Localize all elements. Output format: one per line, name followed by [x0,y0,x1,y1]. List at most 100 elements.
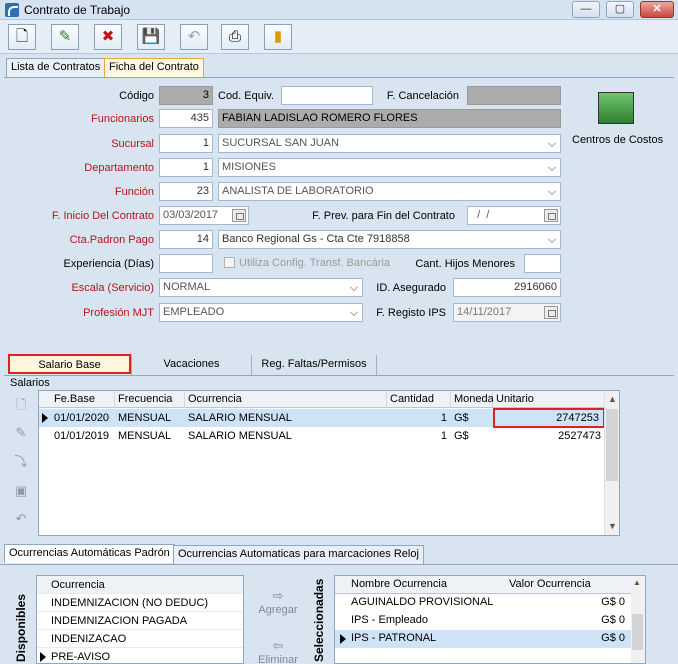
cell-ocurrencia: SALARIO MENSUAL [188,430,292,442]
scroll-thumb[interactable] [606,409,618,481]
table-row[interactable]: AGUINALDO PROVISIONAL G$ 0 [335,594,631,612]
escala-value: NORMAL [163,281,211,293]
col-nombre-ocurrencia[interactable]: Nombre Ocurrencia [351,578,447,590]
table-row[interactable]: IPS - Empleado G$ 0 [335,612,631,630]
centros-costos-label[interactable]: Centros de Costos [572,134,663,146]
delete-icon[interactable]: ✖ [94,24,122,50]
f-cancelacion-field [467,86,561,105]
col-frecuencia[interactable]: Frecuencia [115,391,185,408]
calendar-icon[interactable] [232,209,246,222]
f-inicio-field[interactable]: 03/03/2017 [159,206,249,225]
arrow-left-icon: ⇦ [272,638,284,653]
list-item[interactable]: INDENIZACAO [37,630,243,648]
tab-ocurrencias-reloj[interactable]: Ocurrencias Automaticas para marcaciones… [173,545,424,564]
escala-select[interactable]: NORMAL [159,278,363,297]
col-moneda[interactable]: Moneda [451,391,494,408]
id-asegurado-field[interactable]: 2916060 [453,278,561,297]
save-row-icon[interactable]: ▣ [12,482,30,500]
window-title: Contrato de Trabajo [24,3,131,17]
funcion-select[interactable]: ANALISTA DE LABORATORIO [218,182,561,201]
agregar-label: Agregar [258,604,298,616]
col-unitario[interactable]: Unitario [493,391,605,408]
utiliza-checkbox[interactable] [224,257,235,268]
funcion-value: ANALISTA DE LABORATORIO [222,185,374,197]
sucursal-select[interactable]: SUCURSAL SAN JUAN [218,134,561,153]
f-prev-field[interactable]: / / [467,206,561,225]
chevron-down-icon [548,163,556,171]
cta-padron-code[interactable]: 14 [159,230,213,249]
seleccionadas-scrollbar[interactable]: ▲ [631,576,645,663]
cta-padron-select[interactable]: Banco Regional Gs - Cta Cte 7918858 [218,230,561,249]
cod-equiv-label: Cod. Equiv. [218,90,275,102]
calendar-icon[interactable] [544,209,558,222]
profesion-select[interactable]: EMPLEADO [159,303,363,322]
chevron-up-icon[interactable]: ▲ [608,394,617,404]
col-ocurrencia[interactable]: Ocurrencia [185,391,387,408]
funcionarios-name: FABIAN LADISLAO ROMERO FLORES [218,109,561,128]
sucursal-label: Sucursal [111,138,154,150]
list-item[interactable]: INDEMNIZACION (NO DEDUC) [37,594,243,612]
eliminar-button[interactable]: ⇦ Eliminar [256,638,300,664]
print-icon[interactable]: ⎙ [221,24,249,50]
minimize-button[interactable]: — [572,1,600,18]
list-item[interactable]: PRE-AVISO [37,648,243,664]
cell-ocurrencia: SALARIO MENSUAL [188,412,292,424]
table-row[interactable]: IPS - PATRONAL G$ 0 [335,630,631,648]
col-fe-base[interactable]: Fe.Base [51,391,115,408]
chevron-up-icon[interactable]: ▲ [633,578,641,587]
tab-lista-contratos[interactable]: Lista de Contratos [6,58,106,77]
table-row[interactable]: 01/01/2019 MENSUAL SALARIO MENSUAL 1 G$ … [39,427,605,445]
maximize-button[interactable]: ▢ [606,1,634,18]
table-row[interactable]: 01/01/2020 MENSUAL SALARIO MENSUAL 1 G$ … [39,408,605,428]
departamento-select[interactable]: MISIONES [218,158,561,177]
profesion-label: Profesión MJT [83,307,154,319]
disponibles-label: Disponibles [14,593,28,662]
chevron-down-icon[interactable]: ▼ [608,521,617,531]
cta-padron-value: Banco Regional Gs - Cta Cte 7918858 [222,233,410,245]
funcion-code[interactable]: 23 [159,182,213,201]
seleccionadas-list: Nombre Ocurrencia Valor Ocurrencia AGUIN… [334,575,646,664]
edit-row-icon[interactable]: ✎ [12,424,30,442]
row-pointer-icon [340,634,346,644]
cell-unitario[interactable]: 2747253 [493,408,605,428]
edit-icon[interactable]: ✎ [51,24,79,50]
exit-icon[interactable]: ▮ [264,24,292,50]
funcionarios-label: Funcionarios [91,113,154,125]
cell-moneda: G$ [454,430,469,442]
cell-unitario: 2527473 [558,430,601,442]
col-valor-ocurrencia[interactable]: Valor Ocurrencia [509,578,591,590]
new-icon[interactable]: 🗋 [8,24,36,50]
scroll-thumb[interactable] [632,614,643,650]
cell-moneda: G$ [454,412,469,424]
codigo-label: Código [119,90,154,102]
hijos-field[interactable] [524,254,561,273]
row-pointer-icon [40,652,46,662]
tab-vacaciones[interactable]: Vacaciones [131,355,251,375]
save-icon[interactable]: 💾 [137,24,165,50]
cod-equiv-field[interactable] [281,86,373,105]
list-item[interactable]: INDEMNIZACION PAGADA [37,612,243,630]
tab-ocurrencias-padron[interactable]: Ocurrencias Automáticas Padrón [4,544,175,563]
col-cantidad[interactable]: Cantidad [387,391,451,408]
f-inicio-label: F. Inicio Del Contrato [51,210,154,222]
chevron-down-icon [548,187,556,195]
experiencia-field[interactable] [159,254,213,273]
agregar-button[interactable]: ⇨ Agregar [256,588,300,616]
codigo-field: 3 [159,86,213,105]
tab-faltas-permisos[interactable]: Reg. Faltas/Permisos [251,355,377,375]
chevron-down-icon [350,283,358,291]
hijos-label: Cant. Hijos Menores [415,258,515,270]
grid-scrollbar[interactable]: ▲ ▼ [604,391,619,535]
tab-salario-base[interactable]: Salario Base [8,354,131,374]
undo-icon[interactable]: ↶ [180,24,208,50]
centros-costos-icon[interactable] [598,92,634,124]
close-button[interactable]: ✕ [640,1,674,18]
cell-nombre: IPS - PATRONAL [351,632,437,644]
funcionarios-code[interactable]: 435 [159,109,213,128]
delete-row-icon[interactable]: ⤵ [12,453,30,471]
undo-row-icon[interactable]: ↶ [12,510,30,528]
departamento-code[interactable]: 1 [159,158,213,177]
new-row-icon[interactable]: 🗋 [12,396,30,414]
tab-ficha-contrato[interactable]: Ficha del Contrato [104,58,204,77]
sucursal-code[interactable]: 1 [159,134,213,153]
